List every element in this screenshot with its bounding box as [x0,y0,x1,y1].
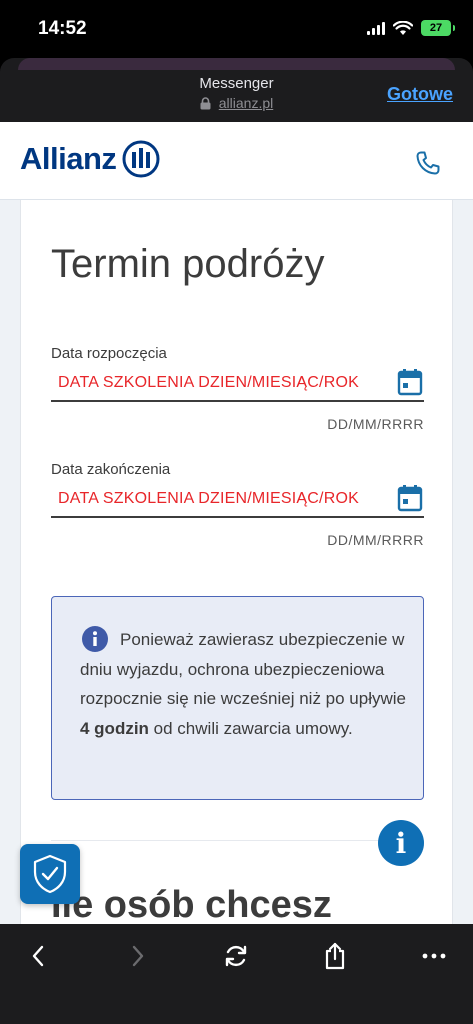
more-icon[interactable] [414,936,454,976]
shield-check-icon[interactable] [20,844,80,904]
share-icon[interactable] [315,936,355,976]
forward-icon[interactable] [118,936,158,976]
info-text-part-1: Ponieważ zawierasz ubezpie­czenie w dniu… [80,630,406,708]
battery-indicator: 27 [421,20,455,36]
reload-icon[interactable] [216,936,256,976]
start-date-value[interactable]: DATA SZKOLENIA DZIEN/MIESIĄC/ROK [58,374,359,392]
end-date-input[interactable]: DATA SZKOLENIA DZIEN/MIESIĄC/ROK [51,484,424,518]
end-date-field: Data zakończenia DATA SZKOLENIA DZIEN/MI… [51,461,424,548]
calendar-icon[interactable] [397,484,423,517]
start-date-input[interactable]: DATA SZKOLENIA DZIEN/MIESIĄC/ROK [51,368,424,402]
end-date-value[interactable]: DATA SZKOLENIA DZIEN/MIESIĄC/ROK [58,490,359,508]
brand-name: Allianz [20,141,117,176]
in-app-browser-header: Messenger allianz.pl Gotowe [0,58,473,122]
web-page: Allianz Termin podróży Data rozpoczęcia … [0,122,473,924]
url-text[interactable]: allianz.pl [219,95,273,111]
start-date-format-hint: DD/MM/RRRR [327,416,424,432]
lock-icon [200,96,211,109]
status-bar: 14:52 27 [0,0,473,58]
allianz-logo[interactable]: Allianz [20,140,160,178]
status-icons: 27 [367,20,455,36]
back-icon[interactable] [18,936,58,976]
travel-dates-card: Termin podróży Data rozpoczęcia DATA SZK… [20,200,453,924]
info-message: Ponieważ zawierasz ubezpie­czenie w dniu… [80,625,410,743]
info-button[interactable]: i [378,820,424,866]
wifi-icon [393,20,413,35]
info-box: Ponieważ zawierasz ubezpie­czenie w dniu… [51,596,424,800]
signal-icon [367,21,385,35]
section-title: Termin podróży [51,242,325,286]
end-date-format-hint: DD/MM/RRRR [327,532,424,548]
status-time: 14:52 [38,18,87,39]
start-date-field: Data rozpoczęcia DATA SZKOLENIA DZIEN/MI… [51,345,424,432]
done-button[interactable]: Gotowe [387,84,453,105]
end-date-label: Data zakończenia [51,461,171,478]
info-text-bold: 4 godzin [80,718,149,738]
calendar-icon[interactable] [397,368,423,401]
info-text-part-2: od chwili zawarcia umowy. [148,718,353,738]
browser-toolbar [0,924,473,1024]
phone-icon[interactable] [415,150,441,181]
site-header: Allianz [0,122,473,200]
start-date-label: Data rozpoczęcia [51,345,167,362]
next-section-title: Ile osób chcesz [51,884,332,924]
section-divider [51,840,424,841]
allianz-eagle-icon [122,140,160,178]
header-tab-edge [18,58,455,70]
